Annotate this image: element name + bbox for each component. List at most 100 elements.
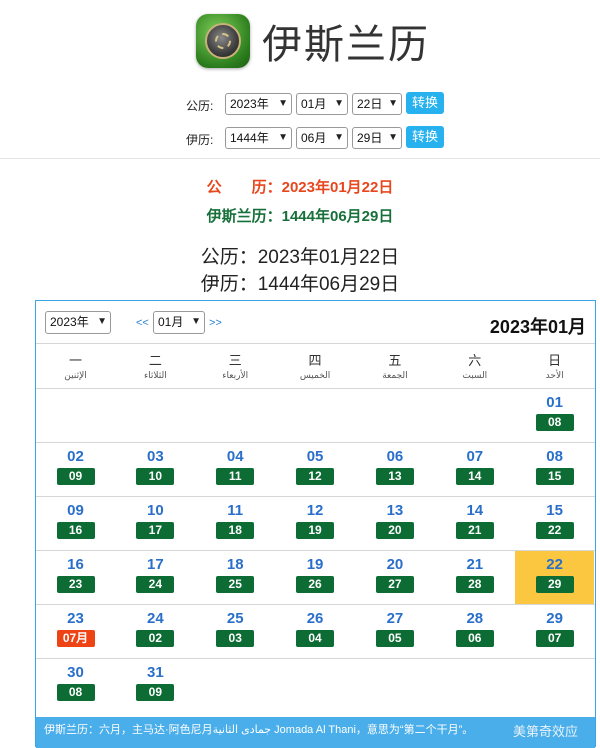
day-cell[interactable]: 14 21 — [435, 497, 514, 550]
hijri-day-badge: 17 — [136, 522, 175, 539]
hijri-day-badge: 14 — [455, 468, 494, 485]
islamic-convert-button[interactable]: 转换 — [406, 126, 444, 148]
weekday-ar-label: الخميس — [299, 370, 331, 380]
hijri-day-badge: 20 — [375, 522, 414, 539]
day-cell[interactable]: 12 19 — [276, 497, 355, 550]
weekday-cn-label: 五 — [388, 353, 402, 368]
calendar-month-select[interactable]: 01月 ▼ — [153, 311, 205, 334]
hijri-day-badge: 06 — [455, 630, 494, 647]
gregorian-day: 16 — [67, 556, 84, 573]
gregorian-convert-button[interactable]: 转换 — [406, 92, 444, 114]
islamic-converter-row: 伊历: 1444年 ▼ 06月 ▼ 29日 ▼ 转换 — [0, 126, 600, 150]
hijri-day-badge: 21 — [455, 522, 494, 539]
calendar-week-row: 16 23 17 24 18 25 19 26 20 27 21 28 22 29 — [36, 550, 595, 604]
day-cell[interactable]: 18 25 — [196, 551, 275, 604]
hijri-day-badge: 12 — [296, 468, 335, 485]
hijri-month-badge: 07月 — [56, 630, 95, 647]
weekday-header: 一 الإثنين 二 الثلاثاء 三 الأربعاء 四 الخميس 五 الجمعة… — [36, 344, 595, 388]
day-cell[interactable]: 03 10 — [116, 443, 195, 496]
gregorian-year-select[interactable]: 2023年 ▼ — [225, 93, 292, 115]
calendar-toolbar: 2023年 ▼ << 01月 ▼ >> 2023年01月 — [36, 301, 595, 344]
day-cell[interactable]: 13 20 — [355, 497, 434, 550]
day-cell[interactable]: 04 11 — [196, 443, 275, 496]
gregorian-day: 15 — [546, 502, 563, 519]
calendar-week-row: 02 09 03 10 04 11 05 12 06 13 07 14 08 15 — [36, 442, 595, 496]
day-cell[interactable]: 11 18 — [196, 497, 275, 550]
weekday-cn-label: 二 — [148, 353, 162, 368]
gregorian-day: 27 — [386, 610, 404, 627]
gregorian-day: 03 — [147, 448, 164, 465]
gregorian-month-select[interactable]: 01月 ▼ — [296, 93, 348, 115]
gregorian-label: 公历: — [186, 99, 214, 113]
weekday-cn-label: 一 — [68, 353, 82, 368]
gregorian-day: 30 — [67, 664, 84, 681]
day-cell[interactable]: 26 04 — [276, 605, 355, 658]
day-cell[interactable]: 09 16 — [36, 497, 115, 550]
hijri-day-badge: 10 — [136, 468, 175, 485]
day-cell[interactable]: 15 22 — [515, 497, 594, 550]
day-cell[interactable]: 30 08 — [36, 659, 115, 712]
watermark: 美第奇效应 — [513, 724, 579, 739]
day-cell[interactable]: 05 12 — [276, 443, 355, 496]
chevron-down-icon: ▼ — [388, 98, 398, 109]
chevron-down-icon: ▼ — [278, 132, 288, 143]
calendar-year-select[interactable]: 2023年 ▼ — [45, 311, 111, 334]
hijri-day-badge: 19 — [296, 522, 335, 539]
day-cell[interactable]: 27 05 — [355, 605, 434, 658]
day-cell[interactable]: 29 07 — [515, 605, 594, 658]
day-cell[interactable]: 28 06 — [435, 605, 514, 658]
chevron-down-icon: ▼ — [388, 132, 398, 143]
chevron-down-icon: ▼ — [334, 98, 344, 109]
gregorian-converter-row: 公历: 2023年 ▼ 01月 ▼ 22日 ▼ 转换 — [0, 92, 600, 116]
day-cell[interactable]: 19 26 — [276, 551, 355, 604]
day-cell[interactable]: 24 02 — [116, 605, 195, 658]
gregorian-day: 09 — [67, 502, 84, 519]
day-cell[interactable]: 31 09 — [116, 659, 195, 712]
month-description: 伊斯兰历：六月，主马达·阿色尼月جمادى الثانية Jomada Al … — [36, 717, 595, 748]
gregorian-day: 06 — [386, 448, 404, 465]
day-cell[interactable]: 16 23 — [36, 551, 115, 604]
gregorian-day: 05 — [306, 448, 324, 465]
day-cell[interactable]: 25 03 — [196, 605, 275, 658]
islamic-year-select[interactable]: 1444年 ▼ — [225, 127, 292, 149]
result-gregorian: 公历：2023年01月22日 — [200, 247, 400, 268]
gregorian-day: 29 — [546, 610, 563, 627]
day-cell[interactable]: 10 17 — [116, 497, 195, 550]
hijri-day-badge: 15 — [535, 468, 574, 485]
islamic-month-select[interactable]: 06月 ▼ — [296, 127, 348, 149]
weekday-7: 日 الأحد — [515, 344, 594, 381]
hijri-day-badge: 09 — [136, 684, 175, 701]
weekday-2: 二 الثلاثاء — [116, 344, 195, 381]
day-cell[interactable]: 17 24 — [116, 551, 195, 604]
calendar-title: 2023年01月 — [489, 317, 586, 337]
day-cell[interactable]: 20 27 — [355, 551, 434, 604]
gregorian-day: 10 — [147, 502, 164, 519]
weekday-ar-label: الإثنين — [64, 370, 87, 380]
gregorian-day: 08 — [546, 448, 563, 465]
weekday-6: 六 السبت — [435, 344, 514, 381]
gregorian-day: 07 — [466, 448, 484, 465]
day-cell[interactable]: 06 13 — [355, 443, 434, 496]
gregorian-day: 26 — [306, 610, 324, 627]
day-cell-today[interactable]: 22 29 — [515, 551, 595, 604]
weekday-1: 一 الإثنين — [36, 344, 115, 381]
calendar-week-row: 01 08 — [36, 388, 595, 442]
gregorian-day: 19 — [306, 556, 324, 573]
hijri-day-badge: 16 — [56, 522, 95, 539]
calendar-week-row: 23 07月 24 02 25 03 26 04 27 05 28 06 29 07 — [36, 604, 595, 658]
result-gregorian-highlight: 公 历：2023年01月22日 — [206, 179, 394, 196]
hijri-day-badge: 04 — [296, 630, 335, 647]
day-cell[interactable]: 08 15 — [515, 443, 594, 496]
prev-month-link[interactable]: << — [136, 317, 149, 329]
gregorian-day-select[interactable]: 22日 ▼ — [352, 93, 402, 115]
day-cell[interactable]: 23 07月 — [36, 605, 115, 658]
gregorian-day: 18 — [226, 556, 244, 573]
islamic-day-select[interactable]: 29日 ▼ — [352, 127, 402, 149]
day-cell[interactable]: 01 08 — [515, 389, 594, 442]
day-cell[interactable]: 21 28 — [435, 551, 514, 604]
day-cell[interactable]: 07 14 — [435, 443, 514, 496]
hijri-day-badge: 11 — [216, 468, 255, 485]
next-month-link[interactable]: >> — [209, 317, 222, 329]
hijri-day-badge: 08 — [56, 684, 95, 701]
day-cell[interactable]: 02 09 — [36, 443, 115, 496]
